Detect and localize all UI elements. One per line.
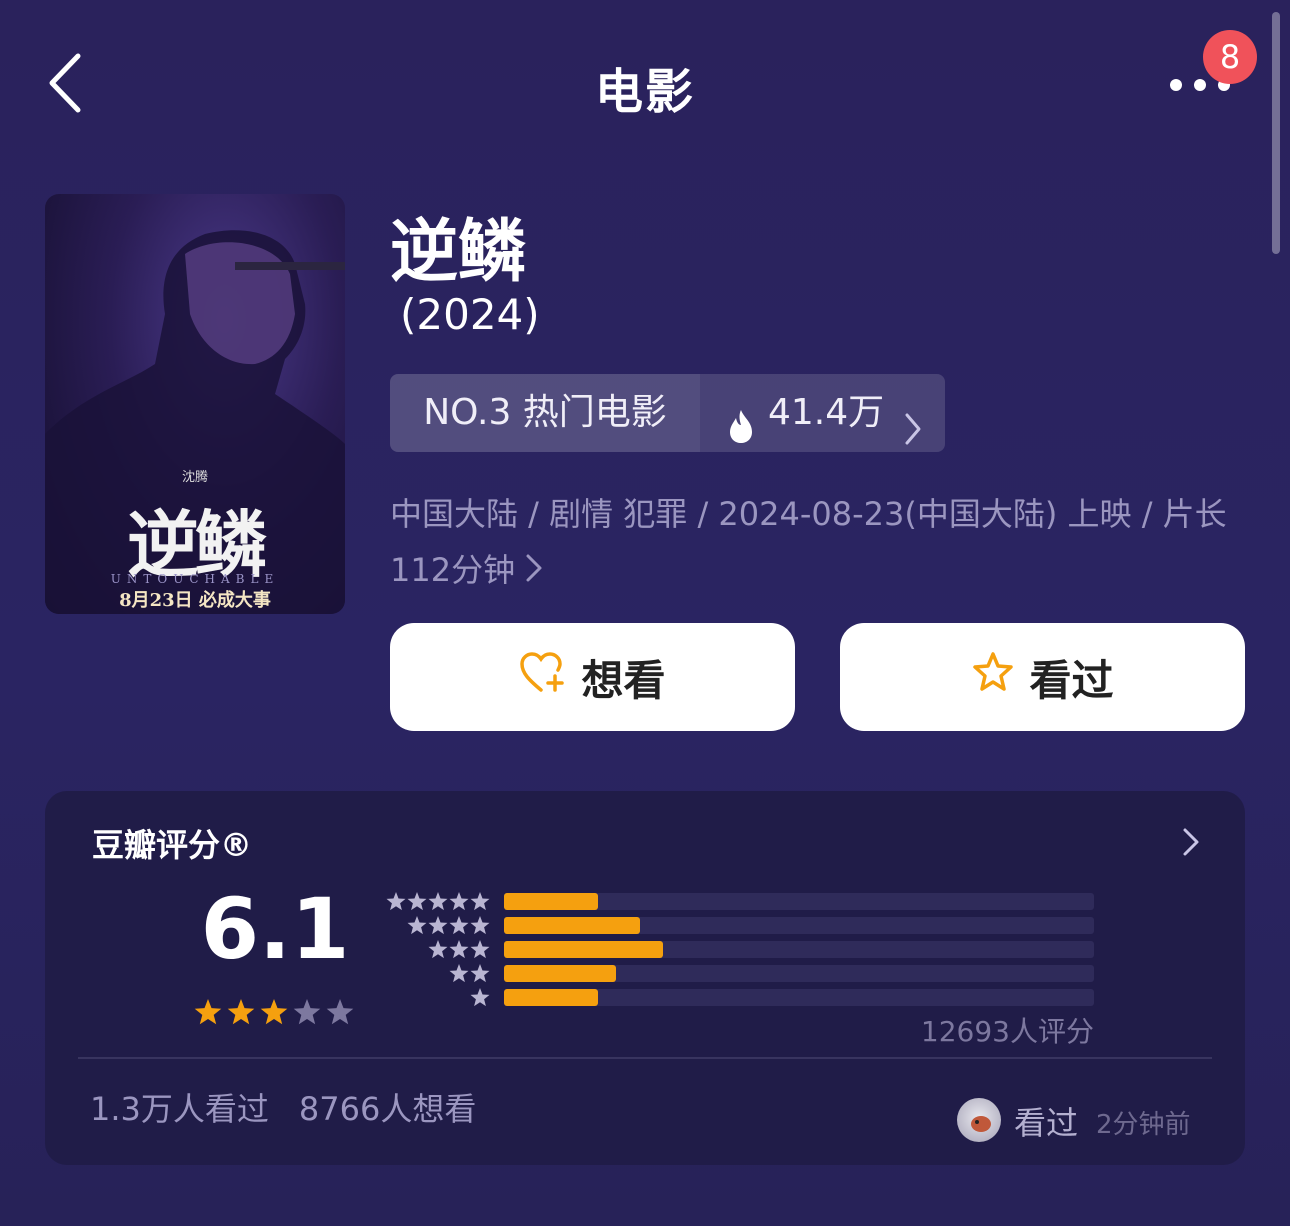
rating-score: 6.1 (200, 880, 350, 978)
want-label: 想看 (581, 655, 666, 705)
poster-subtitle-text: UNTOUCHABLE (110, 572, 280, 586)
star-icon (449, 892, 469, 911)
want-to-watch-button[interactable]: 想看 (390, 623, 795, 731)
movie-year: (2024) (400, 290, 540, 339)
recent-action-time: 2分钟前 (1096, 1110, 1191, 1140)
star-icon (470, 964, 490, 983)
rating-details-arrow[interactable] (1176, 822, 1206, 862)
star-outline-icon (971, 650, 1015, 704)
star-icon (407, 892, 427, 911)
distribution-bar-1-star (504, 989, 598, 1006)
star-icon (470, 940, 490, 959)
recent-action-label: 看过 (1014, 1104, 1079, 1142)
distribution-stars-4 (384, 915, 490, 937)
movie-meta-text: 中国大陆 / 剧情 犯罪 / 2024-08-23(中国大陆) 上映 / 片长1… (390, 495, 1227, 589)
distribution-stars-2 (384, 963, 490, 985)
star-filled-icon (194, 999, 222, 1025)
rating-section-title: 豆瓣评分® (92, 826, 253, 864)
chevron-right-icon (525, 544, 543, 600)
rank-label: NO.3 热门电影 (390, 374, 700, 452)
heat-section: 41.4万 (700, 374, 945, 452)
distribution-bar-2-star (504, 965, 616, 982)
avatar[interactable] (957, 1098, 1001, 1142)
divider (78, 1057, 1212, 1059)
poster-date-text: 8月23日 必成大事 (119, 590, 271, 611)
hot-rank-banner[interactable]: NO.3 热门电影 41.4万 (390, 374, 945, 452)
watched-count: 1.3万人看过 (90, 1090, 269, 1128)
watch-stats[interactable]: 1.3万人看过 8766人想看 (90, 1084, 476, 1130)
heart-plus-icon (519, 650, 567, 704)
distribution-bar-5-star (504, 893, 598, 910)
distribution-stars-1 (384, 987, 490, 1009)
chevron-right-icon (1183, 828, 1199, 856)
star-icon (470, 916, 490, 935)
distribution-stars-3 (384, 939, 490, 961)
star-icon (428, 916, 448, 935)
star-icon (470, 988, 490, 1007)
star-empty-icon (326, 999, 354, 1025)
notification-badge: 8 (1203, 30, 1257, 84)
distribution-stars-5 (384, 891, 490, 913)
star-empty-icon (293, 999, 321, 1025)
poster-actor-text: 沈腾 (181, 470, 208, 485)
flame-icon (728, 394, 754, 452)
distribution-bar-4-star (504, 917, 640, 934)
star-icon (407, 916, 427, 935)
scrollbar[interactable] (1272, 12, 1280, 254)
rating-count: 12693人评分 (920, 1015, 1094, 1048)
distribution-bar-3-star (504, 941, 663, 958)
want-count: 8766人想看 (298, 1090, 477, 1128)
star-icon (428, 940, 448, 959)
star-icon (449, 916, 469, 935)
movie-meta[interactable]: 中国大陆 / 剧情 犯罪 / 2024-08-23(中国大陆) 上映 / 片长1… (390, 486, 1240, 600)
watched-button[interactable]: 看过 (840, 623, 1245, 731)
star-filled-icon (260, 999, 288, 1025)
movie-title: 逆鳞 (390, 213, 527, 292)
score-stars (194, 996, 358, 1032)
page-title: 电影 (594, 64, 695, 120)
seen-label: 看过 (1029, 655, 1114, 705)
star-icon (386, 892, 406, 911)
star-icon (449, 964, 469, 983)
star-filled-icon (227, 999, 255, 1025)
chevron-right-icon (904, 396, 922, 452)
star-icon (428, 892, 448, 911)
movie-poster[interactable]: 沈腾 逆鳞 UNTOUCHABLE 8月23日 必成大事 (45, 194, 345, 614)
heat-value: 41.4万 (768, 392, 885, 433)
star-icon (470, 892, 490, 911)
star-icon (449, 940, 469, 959)
